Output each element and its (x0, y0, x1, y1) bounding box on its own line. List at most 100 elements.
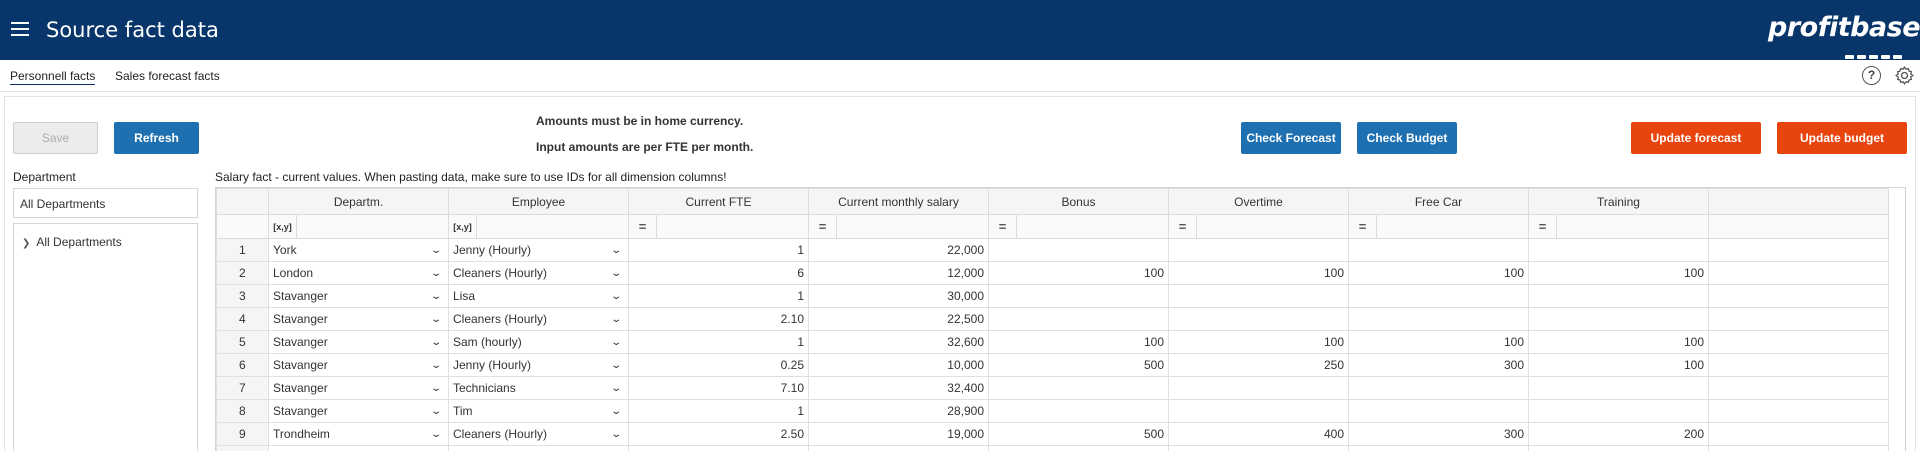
column-header-free-car[interactable]: Free Car (1348, 188, 1529, 215)
department-cell[interactable]: London ⌄ (268, 261, 449, 285)
bonus-cell[interactable]: 500 (988, 353, 1169, 377)
chevron-down-icon[interactable]: ⌄ (610, 268, 622, 279)
free-car-cell[interactable]: 100 (1348, 330, 1529, 354)
overtime-cell[interactable] (1168, 399, 1349, 423)
check-forecast-button[interactable]: Check Forecast (1241, 122, 1341, 154)
current-monthly-salary-cell[interactable]: 32,600 (808, 330, 989, 354)
filter-in-list-icon[interactable]: [x,y] (270, 215, 297, 238)
bonus-cell[interactable]: 100 (988, 330, 1169, 354)
department-cell[interactable]: Stavanger ⌄ (268, 353, 449, 377)
filter-equals-icon[interactable]: = (1170, 215, 1197, 238)
column-header-current-fte[interactable]: Current FTE (628, 188, 809, 215)
chevron-down-icon[interactable]: ⌄ (430, 383, 442, 394)
update-budget-button[interactable]: Update budget (1777, 122, 1907, 154)
tab-sales-forecast-facts[interactable]: Sales forecast facts (115, 69, 220, 83)
free-car-cell[interactable] (1348, 307, 1529, 331)
column-header-current-monthly-salary[interactable]: Current monthly salary (808, 188, 989, 215)
bonus-cell[interactable] (988, 307, 1169, 331)
bonus-cell[interactable] (988, 376, 1169, 400)
chevron-down-icon[interactable]: ⌄ (610, 383, 622, 394)
bonus-cell[interactable] (988, 284, 1169, 308)
department-cell[interactable]: Stavanger ⌄ (268, 399, 449, 423)
free-car-cell[interactable] (1348, 376, 1529, 400)
employee-cell[interactable]: Technicians ⌄ (448, 376, 629, 400)
chevron-down-icon[interactable]: ⌄ (430, 429, 442, 440)
employee-cell[interactable]: Cleaners (Hourly) ⌄ (448, 307, 629, 331)
overtime-cell[interactable]: 100 (1168, 261, 1349, 285)
free-car-cell[interactable] (1348, 238, 1529, 262)
current-fte-cell[interactable]: 1 (628, 238, 809, 262)
menu-icon[interactable] (11, 20, 29, 36)
column-filter[interactable]: [x,y] (448, 214, 629, 239)
current-monthly-salary-cell[interactable]: 28,900 (808, 399, 989, 423)
bonus-cell[interactable] (988, 399, 1169, 423)
current-monthly-salary-cell[interactable]: 12,000 (808, 261, 989, 285)
overtime-cell[interactable] (1168, 376, 1349, 400)
current-monthly-salary-cell[interactable]: 22,500 (808, 307, 989, 331)
department-cell[interactable]: Trondheim ⌄ (268, 422, 449, 446)
employee-cell[interactable]: Lisa ⌄ (448, 284, 629, 308)
column-header-department[interactable]: Departm. (268, 188, 449, 215)
chevron-down-icon[interactable]: ⌄ (610, 406, 622, 417)
current-fte-cell[interactable]: 0.25 (628, 353, 809, 377)
training-cell[interactable] (1528, 284, 1709, 308)
current-fte-cell[interactable]: 1 (628, 399, 809, 423)
free-car-cell[interactable] (1348, 399, 1529, 423)
training-cell[interactable]: 200 (1528, 422, 1709, 446)
tree-item-all-departments[interactable]: ❯ All Departments (22, 235, 122, 249)
bonus-cell[interactable]: 500 (988, 422, 1169, 446)
chevron-down-icon[interactable]: ⌄ (610, 429, 622, 440)
update-forecast-button[interactable]: Update forecast (1631, 122, 1761, 154)
department-cell[interactable]: York ⌄ (268, 238, 449, 262)
chevron-down-icon[interactable]: ⌄ (430, 245, 442, 256)
current-monthly-salary-cell[interactable]: 22,000 (808, 238, 989, 262)
training-cell[interactable] (1528, 376, 1709, 400)
filter-equals-icon[interactable]: = (810, 215, 837, 238)
training-cell[interactable] (1528, 238, 1709, 262)
current-fte-cell[interactable]: 6 (628, 261, 809, 285)
current-fte-cell[interactable]: 2.50 (628, 422, 809, 446)
free-car-cell[interactable]: 100 (1348, 261, 1529, 285)
training-cell[interactable]: 100 (1528, 330, 1709, 354)
department-cell[interactable]: Stavanger ⌄ (268, 376, 449, 400)
overtime-cell[interactable]: 400 (1168, 422, 1349, 446)
current-fte-cell[interactable]: 1 (628, 284, 809, 308)
free-car-cell[interactable]: 300 (1348, 353, 1529, 377)
refresh-button[interactable]: Refresh (114, 122, 199, 154)
save-button[interactable]: Save (13, 122, 98, 154)
column-header-employee[interactable]: Employee (448, 188, 629, 215)
gear-icon[interactable] (1894, 65, 1915, 86)
column-filter[interactable]: = (628, 214, 809, 239)
overtime-cell[interactable] (1168, 284, 1349, 308)
training-cell[interactable] (1528, 399, 1709, 423)
column-filter[interactable]: = (988, 214, 1169, 239)
current-monthly-salary-cell[interactable]: 19,000 (808, 422, 989, 446)
filter-in-list-icon[interactable]: [x,y] (450, 215, 477, 238)
overtime-cell[interactable] (1168, 238, 1349, 262)
column-filter[interactable]: [x,y] (268, 214, 449, 239)
filter-equals-icon[interactable]: = (630, 215, 657, 238)
column-filter[interactable]: = (1168, 214, 1349, 239)
department-filter-input[interactable]: All Departments (13, 188, 198, 218)
employee-cell[interactable]: Cleaners (Hourly) ⌄ (448, 261, 629, 285)
column-filter[interactable]: = (1348, 214, 1529, 239)
chevron-down-icon[interactable]: ⌄ (430, 360, 442, 371)
employee-cell[interactable]: Sam (hourly) ⌄ (448, 330, 629, 354)
free-car-cell[interactable]: 300 (1348, 422, 1529, 446)
free-car-cell[interactable] (1348, 284, 1529, 308)
bonus-cell[interactable]: 100 (988, 261, 1169, 285)
column-header-overtime[interactable]: Overtime (1168, 188, 1349, 215)
overtime-cell[interactable]: 250 (1168, 353, 1349, 377)
chevron-down-icon[interactable]: ⌄ (430, 291, 442, 302)
overtime-cell[interactable]: 100 (1168, 330, 1349, 354)
tab-personnell-facts[interactable]: Personnell facts (10, 69, 96, 85)
department-cell[interactable]: Stavanger ⌄ (268, 307, 449, 331)
chevron-down-icon[interactable]: ⌄ (430, 268, 442, 279)
check-budget-button[interactable]: Check Budget (1357, 122, 1457, 154)
training-cell[interactable]: 100 (1528, 261, 1709, 285)
help-icon[interactable]: ? (1862, 66, 1881, 85)
chevron-down-icon[interactable]: ⌄ (430, 406, 442, 417)
training-cell[interactable] (1528, 307, 1709, 331)
filter-equals-icon[interactable]: = (1350, 215, 1377, 238)
department-cell[interactable]: Stavanger ⌄ (268, 284, 449, 308)
